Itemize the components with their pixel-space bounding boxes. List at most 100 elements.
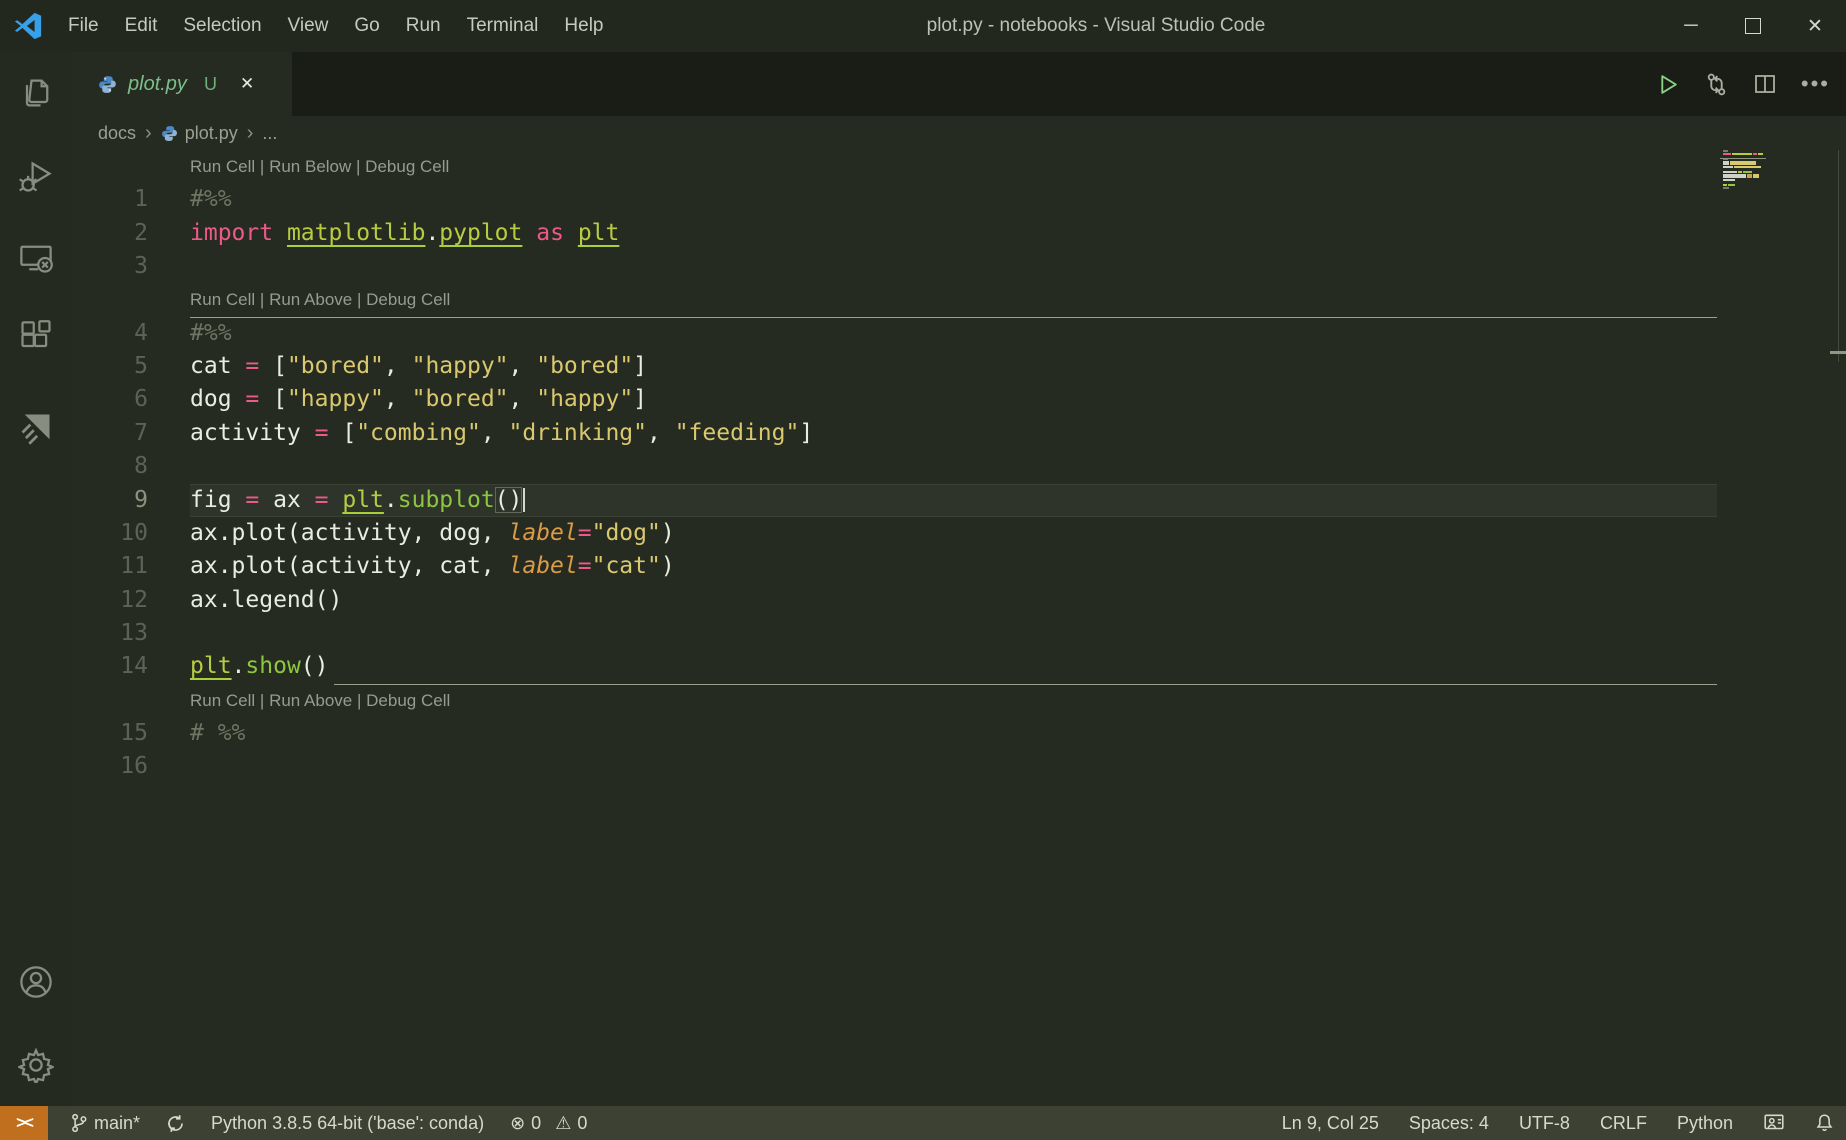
menu-item-help[interactable]: Help [551,15,616,37]
settings-gear-icon[interactable] [18,1047,54,1083]
code-line-7[interactable]: 7activity = ["combing", "drinking", "fee… [72,417,1846,450]
line-number: 2 [72,217,148,250]
language-indicator[interactable]: Python [1677,1113,1733,1134]
breadcrumb: docs › plot.py › ... [72,116,1846,150]
menu-item-run[interactable]: Run [393,15,454,37]
code-line-9[interactable]: 9 fig = ax = plt.subplot() [72,484,1846,517]
activity-bar [0,52,72,1106]
codelens-link-run-cell[interactable]: Run Cell [190,290,255,309]
codelens-link-debug-cell[interactable]: Debug Cell [365,157,449,176]
codelens-link-run-above[interactable]: Run Above [269,691,352,710]
codelens-link-debug-cell[interactable]: Debug Cell [366,290,450,309]
code-line-3[interactable]: 3 [72,250,1846,283]
eol-indicator[interactable]: CRLF [1600,1113,1647,1134]
code-line-11[interactable]: 11 ax.plot(activity, cat, label="cat") [72,550,1846,583]
line-number: 9 [72,484,148,517]
code-line-5[interactable]: 5 cat = ["bored", "happy", "bored"] [72,350,1846,383]
menu-item-file[interactable]: File [55,15,112,37]
code-text: ax.plot(activity, cat, label="cat") [190,550,675,583]
menu-item-view[interactable]: View [275,15,342,37]
chevron-right-icon: › [245,122,256,145]
window-controls: ─ ✕ [1660,0,1846,52]
overview-cursor-marker [1830,351,1846,354]
tab-plot-py[interactable]: plot.py U ✕ [72,52,292,116]
code-line-14[interactable]: 14plt.show() [72,650,1846,683]
line-col-indicator[interactable]: Ln 9, Col 25 [1282,1113,1379,1134]
sync-icon[interactable] [166,1114,185,1133]
line-number: 10 [72,517,148,550]
menu-item-go[interactable]: Go [341,15,392,37]
feedback-icon[interactable] [1763,1113,1785,1133]
notifications-bell-icon[interactable] [1815,1113,1834,1133]
problems-indicator[interactable]: ⊗ 0 ⚠ 0 [510,1113,587,1134]
codelens-row: Run Cell | Run Below | Debug Cell [72,150,1846,183]
line-number: 4 [72,317,148,350]
code-text: cat = ["bored", "happy", "bored"] [190,350,647,383]
code-line-10[interactable]: 10ax.plot(activity, dog, label="dog") [72,517,1846,550]
remote-explorer-icon[interactable] [18,240,54,276]
codelens-link-run-cell[interactable]: Run Cell [190,691,255,710]
menu-item-terminal[interactable]: Terminal [454,15,552,37]
line-number: 5 [72,350,148,383]
code-line-4[interactable]: 4 #%% [72,317,1846,350]
minimap-line [1723,166,1763,168]
code-text: #%% [190,317,232,350]
line-number: 14 [72,650,148,683]
code-line-6[interactable]: 6 dog = ["happy", "bored", "happy"] [72,383,1846,416]
remote-icon: >< [16,1113,32,1133]
code-text: dog = ["happy", "bored", "happy"] [190,383,647,416]
code-text: fig = ax = plt.subplot() [190,484,525,517]
code-line-13[interactable]: 13 [72,617,1846,650]
menu-bar: FileEditSelectionViewGoRunTerminalHelp [55,0,617,52]
line-number: 1 [72,183,148,216]
tab-label: plot.py [128,73,187,96]
extensions-icon[interactable] [18,319,54,355]
indent-indicator[interactable]: Spaces: 4 [1409,1113,1489,1134]
code-line-8[interactable]: 8 [72,450,1846,483]
encoding-indicator[interactable]: UTF-8 [1519,1113,1570,1134]
code-text: ax.legend() [190,584,342,617]
breadcrumb-item-symbol[interactable]: ... [262,123,277,144]
open-changes-icon[interactable] [1704,72,1729,97]
code-line-2[interactable]: 2 import matplotlib.pyplot as plt [72,217,1846,250]
code-editor[interactable]: Run Cell | Run Below | Debug Cell1#%%2im… [72,150,1846,1106]
codelens-link-debug-cell[interactable]: Debug Cell [366,691,450,710]
minimap[interactable] [1723,150,1763,192]
overview-ruler [1838,150,1839,362]
editor-actions: ••• [1655,52,1830,116]
breadcrumb-item-file[interactable]: plot.py [185,123,238,144]
remote-indicator[interactable]: >< [0,1106,48,1140]
line-number: 11 [72,550,148,583]
close-tab-icon[interactable]: ✕ [240,74,254,94]
split-editor-icon[interactable] [1753,72,1777,96]
explorer-icon[interactable] [18,75,54,111]
minimize-button[interactable]: ─ [1660,0,1722,52]
codelens-link-run-cell[interactable]: Run Cell [190,157,255,176]
python-interpreter-indicator[interactable]: Python 3.8.5 64-bit ('base': conda) [211,1113,484,1134]
branch-icon [70,1113,88,1133]
code-line-15[interactable]: 15# %% [72,717,1846,750]
codelens-link-run-below[interactable]: Run Below [269,157,351,176]
codelens-separator: | [255,157,269,176]
maximize-button[interactable] [1722,0,1784,52]
run-python-file-icon[interactable] [1655,72,1680,97]
code-line-1[interactable]: 1#%% [72,183,1846,216]
line-number: 16 [72,750,148,783]
close-window-button[interactable]: ✕ [1784,0,1846,52]
menu-item-selection[interactable]: Selection [170,15,274,37]
custom-extension-triangle-icon[interactable] [18,410,54,446]
line-number: 6 [72,383,148,416]
code-line-16[interactable]: 16 [72,750,1846,783]
code-line-12[interactable]: 12ax.legend() [72,584,1846,617]
codelens-separator: | [255,290,269,309]
git-branch-indicator[interactable]: main* [70,1113,140,1134]
run-and-debug-icon[interactable] [18,159,54,195]
menu-item-edit[interactable]: Edit [112,15,171,37]
codelens-link-run-above[interactable]: Run Above [269,290,352,309]
codelens-row: Run Cell | Run Above | Debug Cell [72,684,1846,717]
python-file-icon [98,75,117,94]
account-icon[interactable] [18,964,54,1000]
more-actions-icon[interactable]: ••• [1801,79,1830,89]
breadcrumb-item-docs[interactable]: docs [98,123,136,144]
code-text: import matplotlib.pyplot as plt [190,217,619,250]
